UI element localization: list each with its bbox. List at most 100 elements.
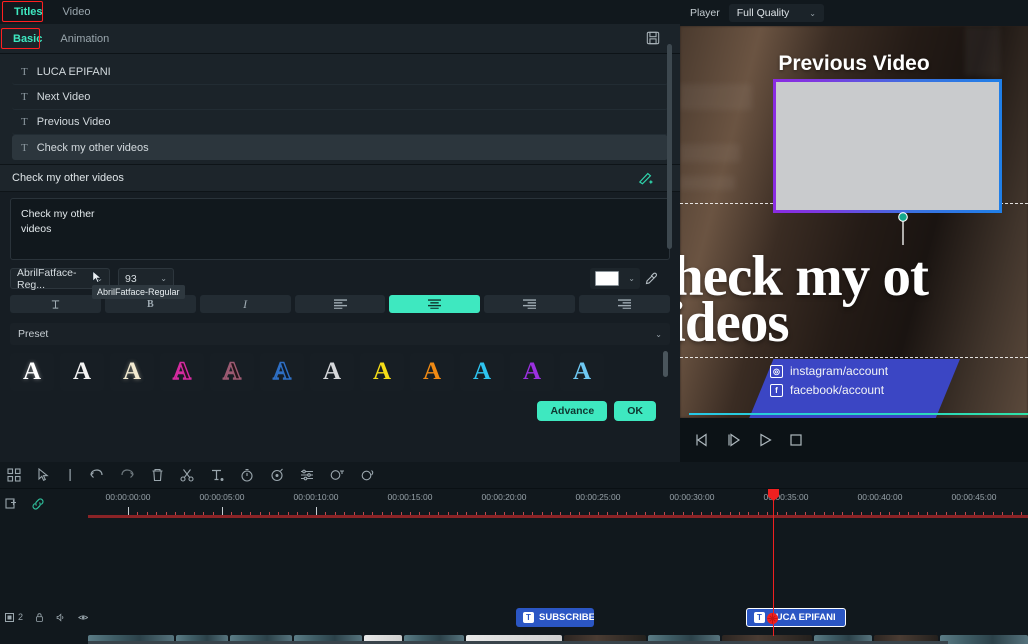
social-links: ◎ instagram/account f facebook/account bbox=[770, 364, 888, 397]
eyedropper-icon[interactable] bbox=[645, 272, 658, 285]
list-item-selected[interactable]: T Check my other videos bbox=[12, 135, 668, 160]
ai-magic-wand-icon[interactable] bbox=[638, 171, 654, 185]
selected-title-name-row: Check my other videos bbox=[0, 164, 680, 192]
timeline-ruler[interactable]: 00:00:00:00 00:00:05:00 00:00:10:00 00:00:1… bbox=[88, 489, 1028, 518]
align-left-button[interactable] bbox=[294, 295, 386, 313]
player-label: Player bbox=[690, 7, 720, 19]
track-header: 2 bbox=[0, 611, 88, 624]
video-clip[interactable] bbox=[940, 635, 1028, 644]
track-visibility-icon[interactable] bbox=[77, 611, 88, 624]
stop-button[interactable] bbox=[789, 433, 803, 447]
delete-icon[interactable] bbox=[151, 468, 164, 482]
crop-tool-icon[interactable] bbox=[7, 468, 21, 482]
track-lock-icon[interactable] bbox=[35, 611, 44, 624]
timeline-toolbar bbox=[0, 462, 1028, 489]
social-label: instagram/account bbox=[790, 364, 889, 378]
list-item-label: Next Video bbox=[36, 91, 91, 103]
social-item-facebook: f facebook/account bbox=[770, 383, 888, 397]
list-item-label: Check my other videos bbox=[36, 141, 149, 154]
chevron-down-icon: ⌄ bbox=[96, 274, 103, 283]
preset-white-plain[interactable]: A bbox=[60, 353, 104, 391]
tab-basic[interactable]: Basic bbox=[4, 30, 51, 48]
audio-detach-icon[interactable] bbox=[361, 468, 376, 482]
big-text-line-2: ideos bbox=[680, 291, 790, 354]
tab-animation[interactable]: Animation bbox=[51, 30, 118, 48]
align-right-icon bbox=[523, 299, 537, 309]
next-frame-button[interactable] bbox=[726, 433, 742, 447]
preset-orange[interactable]: A bbox=[410, 353, 454, 391]
preset-rose-outline[interactable]: A bbox=[210, 353, 254, 391]
ruler-label: 00:00:10:00 bbox=[293, 492, 339, 502]
keyframe-icon[interactable] bbox=[330, 468, 345, 482]
color-tool-icon[interactable] bbox=[270, 468, 284, 482]
app-root: Titles Video Basic Animation T LUCA EPIF… bbox=[0, 0, 1028, 644]
play-button[interactable] bbox=[758, 433, 773, 447]
align-center-icon bbox=[428, 299, 442, 309]
ruler-label: 00:00:00:00 bbox=[105, 492, 151, 502]
split-scissors-icon[interactable] bbox=[180, 468, 194, 482]
color-swatch[interactable] bbox=[595, 271, 620, 286]
list-item[interactable]: T LUCA EPIFANI bbox=[12, 60, 668, 85]
preset-purple[interactable]: A bbox=[510, 353, 554, 391]
preset-white-solid[interactable]: A bbox=[10, 353, 54, 391]
list-item[interactable]: T Next Video bbox=[12, 85, 668, 110]
clip-subscribe[interactable]: T SUBSCRIBE bbox=[516, 608, 594, 627]
title-text-input[interactable]: Check my other videos bbox=[10, 198, 670, 260]
text-style-icon bbox=[51, 299, 60, 309]
track-mute-icon[interactable] bbox=[56, 611, 66, 624]
quality-select[interactable]: Full Quality ⌄ bbox=[728, 4, 824, 22]
track-row-title: 2 T SUBSCRIBE T LUCA EPIFANI bbox=[0, 604, 1028, 630]
preset-cream[interactable]: A bbox=[110, 353, 154, 391]
text-type-icon: T bbox=[21, 66, 28, 78]
clip-type-badge: T bbox=[754, 612, 765, 623]
tab-video[interactable]: Video bbox=[53, 3, 101, 21]
tab-titles[interactable]: Titles bbox=[4, 3, 53, 21]
text-color-select[interactable]: ⌄ bbox=[590, 268, 640, 289]
text-tool-icon[interactable] bbox=[210, 468, 224, 482]
preview-progress-bar[interactable] bbox=[689, 413, 1028, 415]
text-input-wrapper: Check my other videos bbox=[0, 192, 680, 260]
add-marker-icon[interactable] bbox=[5, 497, 18, 511]
anchor-point-icon[interactable] bbox=[898, 212, 908, 246]
preset-blue-outline[interactable]: A bbox=[260, 353, 304, 391]
ok-button[interactable]: OK bbox=[614, 401, 656, 421]
preset-magenta-outline[interactable]: A bbox=[160, 353, 204, 391]
align-justify-button[interactable] bbox=[579, 295, 671, 313]
advance-button[interactable]: Advance bbox=[537, 401, 608, 421]
link-icon[interactable] bbox=[31, 497, 45, 511]
preset-yellow[interactable]: A bbox=[360, 353, 404, 391]
ruler-label: 00:00:25:00 bbox=[575, 492, 621, 502]
preset-dropdown[interactable]: Preset ⌄ bbox=[10, 323, 670, 345]
clip-luca-epifani[interactable]: T LUCA EPIFANI bbox=[746, 608, 846, 627]
speed-timer-icon[interactable] bbox=[240, 468, 254, 482]
top-tab-bar: Titles Video bbox=[0, 0, 680, 24]
preset-cyan[interactable]: A bbox=[460, 353, 504, 391]
italic-button[interactable]: I bbox=[199, 295, 291, 313]
timeline-panel: 00:00:00:00 00:00:05:00 00:00:10:00 00:00:1… bbox=[0, 462, 1028, 644]
preset-label: Preset bbox=[18, 328, 49, 340]
preset-silver[interactable]: A bbox=[310, 353, 354, 391]
guide-line-bottom bbox=[680, 357, 1028, 358]
sub-tab-bar: Basic Animation bbox=[0, 24, 680, 54]
prev-frame-button[interactable] bbox=[694, 433, 710, 447]
bg-streak bbox=[680, 176, 735, 190]
preset-scrollbar[interactable] bbox=[663, 351, 668, 377]
align-center-button[interactable] bbox=[389, 295, 481, 313]
undo-icon[interactable] bbox=[89, 468, 104, 482]
pointer-tool-icon[interactable] bbox=[37, 468, 51, 482]
video-canvas[interactable]: Previous Video heck my ot ideos ◎ instag… bbox=[680, 26, 1028, 418]
ruler-label: 00:00:05:00 bbox=[199, 492, 245, 502]
panel-scrollbar[interactable] bbox=[667, 44, 672, 249]
text-line-2: videos bbox=[21, 223, 52, 236]
font-family-value: AbrilFatface-Reg... bbox=[17, 266, 77, 291]
preset-lightblue[interactable]: A bbox=[560, 353, 604, 391]
audio-mixer-icon[interactable] bbox=[300, 468, 314, 482]
save-icon[interactable] bbox=[646, 31, 660, 45]
text-style-button[interactable] bbox=[10, 295, 101, 313]
marker-tool-icon[interactable] bbox=[67, 468, 73, 482]
text-line-1: Check my other bbox=[21, 208, 95, 220]
redo-icon[interactable] bbox=[120, 468, 135, 482]
track-lane-title[interactable]: T SUBSCRIBE T LUCA EPIFANI bbox=[88, 604, 1028, 630]
align-right-button[interactable] bbox=[484, 295, 576, 313]
list-item[interactable]: T Previous Video bbox=[12, 110, 668, 135]
